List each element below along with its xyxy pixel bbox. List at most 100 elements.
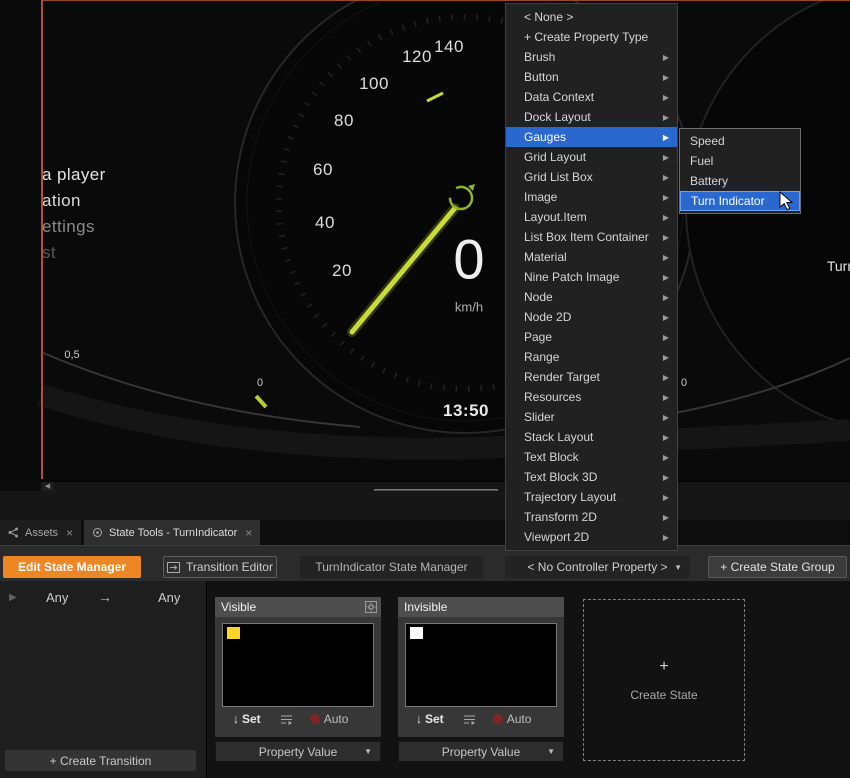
menu-item-node-2d[interactable]: Node 2D▶ [506, 307, 677, 327]
menu-item-image[interactable]: Image▶ [506, 187, 677, 207]
tab-state-tools[interactable]: State Tools - TurnIndicator × [84, 520, 260, 545]
menu-item-dock-layout[interactable]: Dock Layout▶ [506, 107, 677, 127]
menu-item-label: Transform 2D [524, 510, 597, 524]
chevron-down-icon: ▼ [547, 747, 555, 756]
menu-item-slider[interactable]: Slider▶ [506, 407, 677, 427]
horizontal-scrollbar[interactable]: ◀ [41, 481, 850, 491]
state-card-header[interactable]: Invisible [398, 597, 564, 617]
turn-indicator-swatch [410, 627, 423, 639]
menu-item-label: Node [524, 290, 553, 304]
chevron-down-icon: ▼ [674, 563, 682, 572]
menu-item-none[interactable]: < None > [506, 7, 677, 27]
state-card-footer: ↓ Set Auto [215, 712, 381, 726]
state-card-header[interactable]: Visible [215, 597, 381, 617]
menu-item-label: Brush [524, 50, 555, 64]
submenu-item-fuel[interactable]: Fuel [680, 151, 800, 171]
property-value-dropdown-invisible[interactable]: Property Value ▼ [398, 741, 564, 762]
menu-item-label: List Box Item Container [524, 230, 649, 244]
submenu-arrow-icon: ▶ [663, 273, 669, 282]
auto-toggle[interactable]: Auto [493, 712, 532, 726]
create-state-group-button[interactable]: + Create State Group [708, 556, 847, 578]
menu-item-gauges[interactable]: Gauges ▶ [506, 127, 677, 147]
gauge-tick-100: 100 [359, 74, 389, 94]
bottom-tab-bar: Assets × State Tools - TurnIndicator × [0, 520, 850, 545]
menu-item-label: Image [524, 190, 557, 204]
transition-from: Any [46, 590, 68, 605]
menu-item-page[interactable]: Page▶ [506, 327, 677, 347]
selection-border-left [41, 0, 43, 479]
state-card-visible[interactable]: Visible ↓ Set [215, 597, 381, 737]
submenu-item-battery[interactable]: Battery [680, 171, 800, 191]
menu-item-resources[interactable]: Resources▶ [506, 387, 677, 407]
menu-item-trajectory-layout[interactable]: Trajectory Layout▶ [506, 487, 677, 507]
menu-item-data-context[interactable]: Data Context▶ [506, 87, 677, 107]
scale-label: 0,5 [64, 349, 79, 361]
locate-icon[interactable] [365, 601, 377, 613]
menu-item-grid-list-box[interactable]: Grid List Box▶ [506, 167, 677, 187]
state-card-footer: ↓ Set Auto [398, 712, 564, 726]
close-icon[interactable]: × [66, 526, 73, 540]
create-transition-button[interactable]: + Create Transition [5, 750, 196, 771]
property-value-dropdown-visible[interactable]: Property Value ▼ [215, 741, 381, 762]
arrow-right-icon: → [98, 589, 112, 605]
gauge-min-left: 0 [257, 377, 263, 389]
auto-toggle[interactable]: Auto [310, 712, 349, 726]
expander-icon[interactable]: ▶ [9, 592, 17, 603]
state-card-invisible[interactable]: Invisible ↓ Set Auto [398, 597, 564, 737]
submenu-arrow-icon: ▶ [663, 433, 669, 442]
menu-item-text-block-3d[interactable]: Text Block 3D▶ [506, 467, 677, 487]
menu-item-brush[interactable]: Brush ▶ [506, 47, 677, 67]
controller-property-dropdown[interactable]: < No Controller Property > ▼ [505, 556, 690, 578]
menu-item-label: Render Target [524, 370, 600, 384]
menu-item-node[interactable]: Node▶ [506, 287, 677, 307]
tab-label: State Tools - TurnIndicator [109, 527, 237, 539]
kanzi-studio-window: 140 120 100 80 60 40 20 0 km/h 13:50 0,5… [0, 0, 850, 778]
set-button[interactable]: ↓ Set [416, 712, 444, 726]
submenu-arrow-icon: ▶ [663, 113, 669, 122]
menu-item-label: Gauges [524, 130, 566, 144]
menu-item-label: Node 2D [524, 310, 571, 324]
menu-item-create-property-type[interactable]: + Create Property Type [506, 27, 677, 47]
menu-item-transform-2d[interactable]: Transform 2D▶ [506, 507, 677, 527]
transition-editor-button[interactable]: Transition Editor [163, 556, 277, 578]
set-button[interactable]: ↓ Set [233, 712, 261, 726]
menu-item-label: Layout.Item [524, 210, 587, 224]
menu-item-render-target[interactable]: Render Target▶ [506, 367, 677, 387]
menu-item-material[interactable]: Material▶ [506, 247, 677, 267]
menu-item-list-box-item-container[interactable]: List Box Item Container▶ [506, 227, 677, 247]
submenu-arrow-icon: ▶ [663, 333, 669, 342]
menu-item-label: Trajectory Layout [524, 490, 616, 504]
transitions-panel: ▶ Any → Any + Create Transition [0, 581, 207, 778]
state-thumbnail [405, 623, 557, 707]
transition-row-any-any[interactable]: ▶ Any → Any [0, 587, 207, 609]
auto-label: Auto [324, 712, 349, 726]
create-state-label: Create State [630, 688, 697, 702]
menu-item-text-block[interactable]: Text Block▶ [506, 447, 677, 467]
menu-item-range[interactable]: Range▶ [506, 347, 677, 367]
menu-item-label: Data Context [524, 90, 594, 104]
cluster-gauge-graphic [0, 0, 850, 481]
selection-border-top [41, 0, 850, 1]
menu-item-label: Stack Layout [524, 430, 593, 444]
create-state-button[interactable]: + Create State [583, 599, 745, 761]
cluster-menu: a player ation ettings st [42, 165, 106, 269]
menu-item-layout-item[interactable]: Layout.Item▶ [506, 207, 677, 227]
property-list-icon[interactable] [463, 714, 476, 725]
menu-item-label: Button [524, 70, 559, 84]
menu-item-stack-layout[interactable]: Stack Layout ▶ [506, 427, 677, 447]
submenu-item-speed[interactable]: Speed [680, 131, 800, 151]
menu-item-grid-layout[interactable]: Grid Layout▶ [506, 147, 677, 167]
menu-item-button[interactable]: Button▶ [506, 67, 677, 87]
menu-item-viewport-2d[interactable]: Viewport 2D▶ [506, 527, 677, 547]
menu-item-nine-patch-image[interactable]: Nine Patch Image▶ [506, 267, 677, 287]
state-title: Visible [221, 600, 256, 614]
edit-state-manager-button[interactable]: Edit State Manager [3, 556, 141, 578]
chevron-down-icon: ▼ [364, 747, 372, 756]
preview-canvas[interactable]: 140 120 100 80 60 40 20 0 km/h 13:50 0,5… [0, 0, 850, 481]
close-icon[interactable]: × [245, 526, 252, 540]
property-list-icon[interactable] [280, 714, 293, 725]
tab-assets[interactable]: Assets × [0, 520, 81, 545]
gauge-tick-140: 140 [434, 37, 464, 57]
submenu-arrow-icon: ▶ [663, 53, 669, 62]
submenu-arrow-icon: ▶ [663, 133, 669, 142]
